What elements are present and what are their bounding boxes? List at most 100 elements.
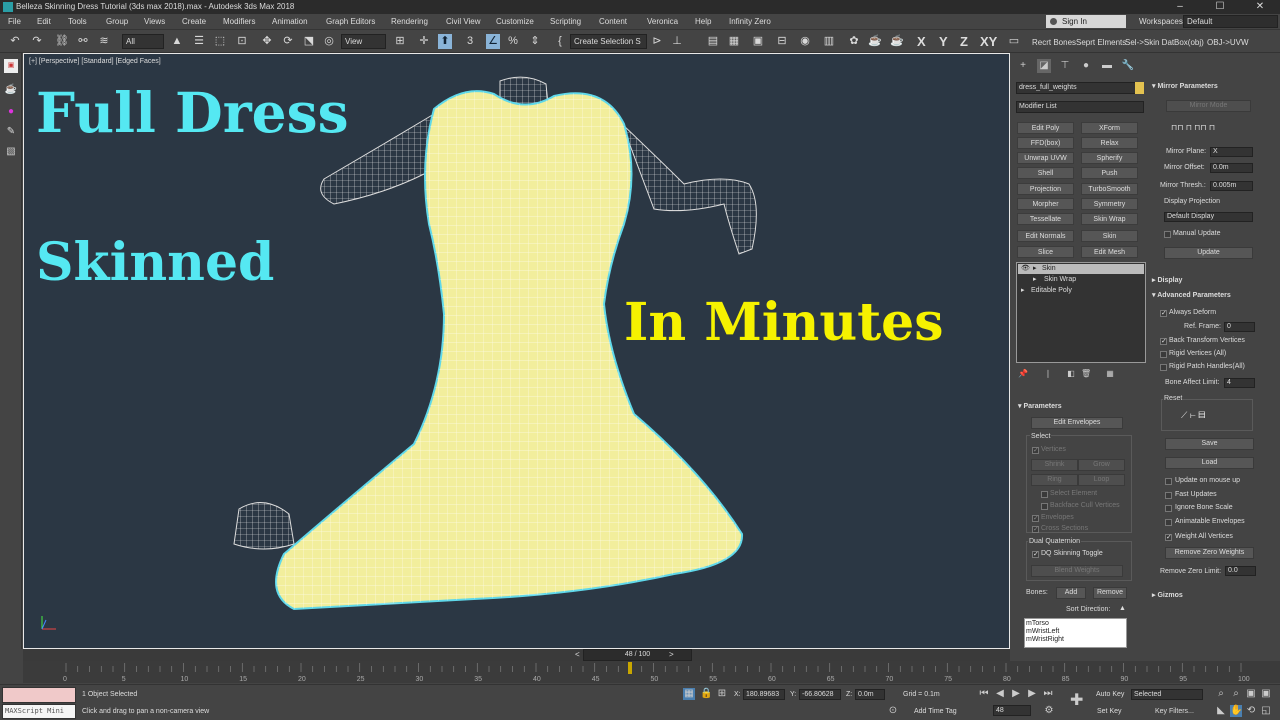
- load-button[interactable]: Load: [1165, 457, 1254, 469]
- modifier-stack[interactable]: 👁 ▸ Skin ▸ Skin Wrap ▸ Editable Poly: [1016, 262, 1146, 363]
- menu-file[interactable]: File: [8, 17, 21, 26]
- loop-button[interactable]: Loop: [1078, 474, 1125, 486]
- box-obj-button[interactable]: Box(obj): [1174, 38, 1204, 47]
- add-bone-button[interactable]: Add: [1056, 587, 1086, 599]
- menu-views[interactable]: Views: [144, 17, 165, 26]
- modifier-skin-wrap-button[interactable]: Skin Wrap: [1081, 213, 1138, 225]
- axis-x-button[interactable]: X: [917, 34, 926, 49]
- keyboard-shortcut-override-icon[interactable]: ⬆: [438, 34, 452, 49]
- menu-edit[interactable]: Edit: [37, 17, 51, 26]
- material-editor-icon[interactable]: ◉: [798, 34, 812, 49]
- modifier-turbosmooth-button[interactable]: TurboSmooth: [1081, 183, 1138, 195]
- modifier-spherify-button[interactable]: Spherify: [1081, 152, 1138, 164]
- rotate-icon[interactable]: ⟳: [281, 34, 295, 49]
- modifier-xform-button[interactable]: XForm: [1081, 122, 1138, 134]
- close-icon[interactable]: ✕: [1240, 0, 1280, 14]
- current-frame-field[interactable]: 48: [993, 705, 1031, 716]
- bone-item[interactable]: mWristLeft: [1026, 628, 1059, 635]
- undo-icon[interactable]: ↶: [8, 34, 22, 49]
- previous-frame-icon[interactable]: ◀: [994, 688, 1006, 700]
- current-frame-marker[interactable]: [628, 662, 632, 674]
- hierarchy-tab-icon[interactable]: ⊤: [1058, 59, 1072, 73]
- scale-icon[interactable]: ⬔: [302, 34, 316, 49]
- bone-item[interactable]: mWristRight: [1026, 636, 1064, 643]
- select-manipulate-icon[interactable]: ✛: [417, 34, 431, 49]
- set-key-icon[interactable]: ✚: [1070, 693, 1083, 709]
- modifier-shell-button[interactable]: Shell: [1017, 167, 1074, 179]
- pan-view-icon[interactable]: ✋: [1230, 705, 1242, 717]
- field-of-view-icon[interactable]: ◣: [1215, 705, 1227, 717]
- object-name-field[interactable]: dress_full_weights: [1016, 82, 1141, 94]
- remove-zero-weights-button[interactable]: Remove Zero Weights: [1165, 547, 1254, 559]
- key-filters-button[interactable]: Key Filters...: [1155, 708, 1194, 715]
- render-iterative-icon[interactable]: ☕: [890, 34, 904, 49]
- modifier-edit-poly-button[interactable]: Edit Poly: [1017, 122, 1074, 134]
- sel-skin-data-button[interactable]: Sel->Skin Dat: [1125, 38, 1174, 47]
- menu-tools[interactable]: Tools: [68, 17, 87, 26]
- zoom-icon[interactable]: ⌕: [1215, 688, 1227, 700]
- menu-animation[interactable]: Animation: [272, 17, 308, 26]
- modifier-list-dropdown[interactable]: Modifier List: [1016, 101, 1144, 113]
- modifier-symmetry-button[interactable]: Symmetry: [1081, 198, 1138, 210]
- display-tab-icon[interactable]: ▬: [1100, 59, 1114, 73]
- pin-stack-icon[interactable]: 📌: [1018, 369, 1028, 379]
- window-crossing-icon[interactable]: ⊡: [235, 34, 249, 49]
- render-production-icon[interactable]: ☕: [868, 34, 882, 49]
- modifier-ffd-box-button[interactable]: FFD(box): [1017, 137, 1074, 149]
- y-coord-field[interactable]: -66.80628: [799, 689, 841, 700]
- z-coord-field[interactable]: 0.0m: [855, 689, 885, 700]
- menu-rendering[interactable]: Rendering: [391, 17, 428, 26]
- dq-skinning-checkbox[interactable]: ✓: [1032, 551, 1039, 558]
- vertices-checkbox[interactable]: ✓: [1032, 447, 1039, 454]
- expand-arrow-icon[interactable]: ▸: [1021, 286, 1025, 296]
- mirror-paste-icons[interactable]: ⊓⊓ ⊓ ⊓⊓ ⊓: [1171, 123, 1215, 132]
- go-to-start-icon[interactable]: ⏮: [978, 688, 990, 700]
- back-transform-checkbox[interactable]: ✓: [1160, 338, 1167, 345]
- prev-frame-icon[interactable]: <: [575, 650, 580, 659]
- menu-content[interactable]: Content: [599, 17, 627, 26]
- time-tag-icon[interactable]: ⊙: [887, 705, 899, 717]
- curve-editor-icon[interactable]: ▣: [751, 34, 765, 49]
- sign-in-button[interactable]: Sign In: [1046, 15, 1126, 28]
- teapot-icon[interactable]: ☕: [4, 83, 18, 97]
- expand-arrow-icon[interactable]: ▸: [1033, 275, 1037, 285]
- modifier-edit-mesh-button[interactable]: Edit Mesh: [1081, 246, 1138, 258]
- paint-brush-icon[interactable]: ✎: [4, 125, 18, 139]
- bone-list[interactable]: mTorso mWristLeft mWristRight: [1024, 618, 1127, 648]
- named-selection-dropdown[interactable]: Create Selection S: [570, 34, 647, 49]
- mirror-thresh-spinner[interactable]: 0.005m: [1210, 181, 1253, 191]
- shrink-button[interactable]: Shrink: [1031, 459, 1078, 471]
- mirror-update-button[interactable]: Update: [1164, 247, 1253, 259]
- menu-veronica[interactable]: Veronica: [647, 17, 678, 26]
- show-end-result-icon[interactable]: ❘: [1043, 369, 1053, 379]
- modifier-unwrap-uvw-button[interactable]: Unwrap UVW: [1017, 152, 1074, 164]
- mirror-offset-spinner[interactable]: 0.0m: [1210, 163, 1253, 173]
- unlink-icon[interactable]: ⚯: [76, 34, 90, 49]
- recreate-bones-button[interactable]: Recrt Bones: [1032, 38, 1076, 47]
- menu-customize[interactable]: Customize: [496, 17, 534, 26]
- selection-lock-icon[interactable]: 🔒: [700, 688, 712, 700]
- menu-help[interactable]: Help: [695, 17, 711, 26]
- workspace-select[interactable]: Default: [1183, 15, 1278, 28]
- bind-space-warp-icon[interactable]: ≋: [97, 34, 111, 49]
- expand-arrow-icon[interactable]: ▸: [1033, 264, 1037, 274]
- modifier-morpher-button[interactable]: Morpher: [1017, 198, 1074, 210]
- next-frame-icon[interactable]: >: [669, 650, 674, 659]
- layer-explorer-icon[interactable]: ▦: [727, 34, 741, 49]
- grow-button[interactable]: Grow: [1078, 459, 1125, 471]
- update-mouse-up-checkbox[interactable]: [1165, 478, 1172, 485]
- mirror-plane-select[interactable]: X: [1210, 147, 1253, 157]
- backface-cull-checkbox[interactable]: [1041, 503, 1048, 510]
- modifier-slice-button[interactable]: Slice: [1017, 246, 1074, 258]
- axis-constraint-icon[interactable]: ▭: [1007, 34, 1021, 49]
- orbit-icon[interactable]: ⟲: [1245, 705, 1257, 717]
- zoom-all-icon[interactable]: ⌕: [1230, 688, 1242, 700]
- parameters-rollout-header[interactable]: ▾ Parameters: [1018, 401, 1062, 412]
- maxscript-mini-field[interactable]: MAXScript Mini: [2, 704, 76, 719]
- manual-update-checkbox[interactable]: [1164, 231, 1171, 238]
- time-slider-thumb[interactable]: 48 / 100: [583, 649, 692, 661]
- remove-bone-button[interactable]: Remove: [1093, 587, 1127, 599]
- gizmos-rollout-header[interactable]: ▸ Gizmos: [1152, 590, 1183, 601]
- axis-xy-button[interactable]: XY: [980, 34, 997, 49]
- maximize-icon[interactable]: ☐: [1200, 0, 1240, 14]
